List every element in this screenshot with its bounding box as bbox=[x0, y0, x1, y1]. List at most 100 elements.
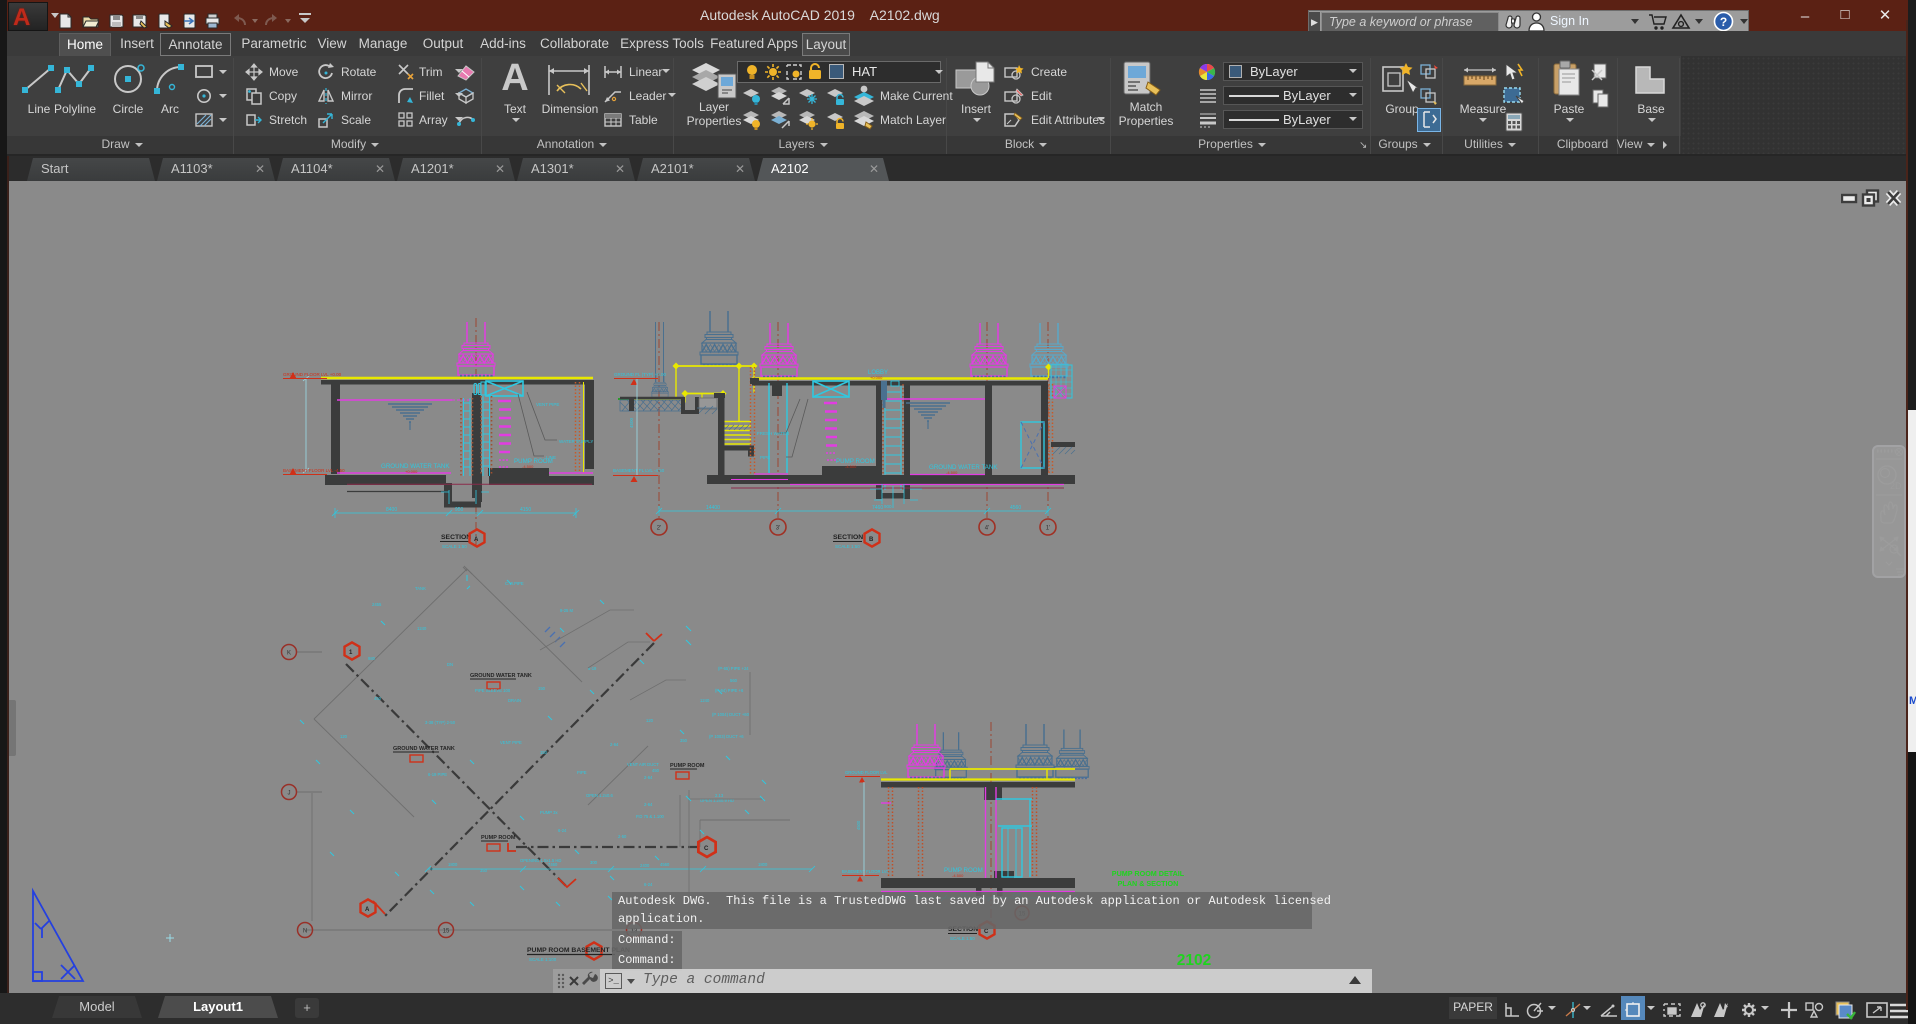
svg-text:FRESH WATER: FRESH WATER bbox=[757, 431, 790, 436]
svg-text:+0.000: +0.000 bbox=[870, 375, 883, 380]
svg-text:2-50: 2-50 bbox=[618, 834, 627, 839]
svg-text:2-64: 2-64 bbox=[644, 802, 653, 807]
svg-text:300: 300 bbox=[590, 860, 598, 865]
svg-text:950: 950 bbox=[455, 507, 464, 513]
svg-text:450: 450 bbox=[652, 768, 660, 773]
svg-text:1240: 1240 bbox=[700, 698, 710, 703]
svg-text:GROUND WATER TANK: GROUND WATER TANK bbox=[929, 464, 998, 471]
svg-text:(P 1003) DUCT +6: (P 1003) DUCT +6 bbox=[709, 734, 744, 739]
svg-text:2D: 2D bbox=[1890, 481, 1902, 491]
svg-text:2.13: 2.13 bbox=[715, 793, 724, 798]
svg-text:PUMP 3x: PUMP 3x bbox=[540, 810, 559, 815]
svg-text:A: A bbox=[474, 537, 479, 543]
svg-text:N: N bbox=[303, 929, 307, 935]
svg-text:150: 150 bbox=[540, 750, 548, 755]
svg-text:WATER SUPPLY: WATER SUPPLY bbox=[559, 439, 593, 444]
svg-text:-4.500: -4.500 bbox=[522, 464, 534, 469]
svg-text:PIPE SLEEVE 100: PIPE SLEEVE 100 bbox=[475, 688, 511, 693]
svg-text:C: C bbox=[704, 846, 709, 852]
svg-text:(P 1004) DUCT +60: (P 1004) DUCT +60 bbox=[712, 712, 750, 717]
svg-text:PUMP ROOM: PUMP ROOM bbox=[670, 763, 705, 769]
svg-text:GROUND FLOOR LVL: GROUND FLOOR LVL bbox=[845, 770, 888, 775]
svg-text:J: J bbox=[288, 791, 291, 797]
svg-text:K: K bbox=[287, 651, 291, 657]
svg-text:PIPE: PIPE bbox=[577, 770, 587, 775]
svg-text:980: 980 bbox=[368, 656, 376, 661]
svg-text:6-24: 6-24 bbox=[644, 882, 653, 887]
svg-text:OPEN 1.2x0.6: OPEN 1.2x0.6 bbox=[586, 793, 613, 798]
svg-text:4560: 4560 bbox=[660, 862, 670, 867]
svg-text:SECTION: SECTION bbox=[833, 534, 863, 541]
svg-text:B: B bbox=[869, 537, 874, 543]
svg-text:BASEMENT FL LVL -4.50: BASEMENT FL LVL -4.50 bbox=[613, 468, 665, 473]
svg-text:GROUND FL (TYP) +0.00: GROUND FL (TYP) +0.00 bbox=[614, 372, 666, 377]
svg-text:4150: 4150 bbox=[520, 507, 531, 513]
svg-text:1800: 1800 bbox=[758, 862, 768, 867]
svg-text:4': 4' bbox=[985, 526, 989, 532]
svg-text:SCALE 1:50: SCALE 1:50 bbox=[442, 544, 467, 549]
svg-text:3-38 (TYP) 2-50: 3-38 (TYP) 2-50 bbox=[425, 720, 456, 725]
svg-text:PUMP ROOM: PUMP ROOM bbox=[481, 835, 516, 841]
svg-text:GROUND WATER TANK: GROUND WATER TANK bbox=[470, 673, 532, 679]
svg-text:2': 2' bbox=[657, 526, 661, 532]
svg-text:C.W.PIPE: C.W.PIPE bbox=[505, 581, 524, 586]
svg-text:1': 1' bbox=[1046, 526, 1050, 532]
svg-text:SECTION: SECTION bbox=[441, 534, 471, 541]
svg-text:6-24: 6-24 bbox=[558, 828, 567, 833]
svg-text:8400: 8400 bbox=[386, 507, 397, 513]
svg-text:2-64: 2-64 bbox=[610, 742, 619, 747]
svg-text:560: 560 bbox=[730, 678, 738, 683]
svg-text:120: 120 bbox=[646, 718, 654, 723]
svg-text:350: 350 bbox=[680, 738, 688, 743]
svg-text:TANK: TANK bbox=[415, 586, 426, 591]
svg-text:PUMP ROOM: PUMP ROOM bbox=[944, 867, 983, 874]
svg-text:A: A bbox=[365, 907, 370, 913]
svg-text:1800: 1800 bbox=[448, 862, 458, 867]
svg-text:PIPE: PIPE bbox=[760, 455, 770, 460]
svg-text:2-64: 2-64 bbox=[644, 775, 653, 780]
svg-text:2455: 2455 bbox=[372, 602, 382, 607]
svg-text:6-19 PIPE: 6-19 PIPE bbox=[428, 772, 447, 777]
svg-text:4500: 4500 bbox=[629, 417, 634, 428]
svg-text:C: C bbox=[984, 929, 989, 935]
svg-text:-4.500: -4.500 bbox=[952, 873, 964, 878]
svg-text:?: ? bbox=[1720, 15, 1727, 29]
svg-text:2400: 2400 bbox=[640, 863, 650, 868]
svg-text:VENT PIPE: VENT PIPE bbox=[536, 402, 559, 407]
svg-text:+0.000: +0.000 bbox=[405, 469, 418, 474]
svg-text:SCALE 1:50: SCALE 1:50 bbox=[950, 936, 975, 941]
svg-text:7460: 7460 bbox=[548, 862, 558, 867]
svg-text:GROUND WATER TANK: GROUND WATER TANK bbox=[393, 746, 455, 752]
svg-text:14400: 14400 bbox=[706, 505, 720, 511]
svg-text:900: 900 bbox=[884, 504, 892, 509]
svg-text:P.D 75 & 1.100: P.D 75 & 1.100 bbox=[636, 814, 665, 819]
svg-text:(P-65) PIPE +24: (P-65) PIPE +24 bbox=[718, 666, 749, 671]
svg-text:15: 15 bbox=[443, 929, 450, 935]
svg-text:BASEMENT FLOOR LVL -4.50: BASEMENT FLOOR LVL -4.50 bbox=[283, 468, 345, 473]
svg-text:1: 1 bbox=[349, 650, 353, 656]
svg-text:PLAN & SECTION: PLAN & SECTION bbox=[1118, 879, 1179, 888]
svg-text:VENT AIR DUCT: VENT AIR DUCT bbox=[627, 762, 659, 767]
svg-text:-4.500: -4.500 bbox=[845, 464, 857, 469]
svg-text:LINE: LINE bbox=[546, 455, 556, 460]
svg-text:-4.500: -4.500 bbox=[946, 470, 958, 475]
svg-text:150: 150 bbox=[538, 686, 546, 691]
svg-text:4500: 4500 bbox=[856, 820, 861, 830]
svg-text:PUMP ROOM DETAIL: PUMP ROOM DETAIL bbox=[1112, 869, 1185, 878]
svg-text:SCALE 1:100: SCALE 1:100 bbox=[529, 957, 557, 962]
svg-text:(P-64) PIPE +6: (P-64) PIPE +6 bbox=[715, 688, 744, 693]
svg-text:BASEMENT FLOOR LVL: BASEMENT FLOOR LVL bbox=[842, 869, 890, 874]
svg-text:SCALE 1:50: SCALE 1:50 bbox=[835, 544, 860, 549]
svg-text:3': 3' bbox=[776, 526, 780, 532]
svg-text:GROUND FLOOR LVL +0.00: GROUND FLOOR LVL +0.00 bbox=[283, 372, 342, 377]
svg-text:DRAIN: DRAIN bbox=[508, 698, 521, 703]
svg-text:VENT PIPE: VENT PIPE bbox=[500, 740, 522, 745]
svg-text:120: 120 bbox=[340, 734, 348, 739]
svg-text:9-25 M: 9-25 M bbox=[560, 608, 574, 613]
svg-text:2102: 2102 bbox=[1177, 952, 1211, 969]
svg-text:450: 450 bbox=[374, 696, 382, 701]
svg-text:1240: 1240 bbox=[417, 626, 427, 631]
svg-text:4560: 4560 bbox=[1010, 505, 1021, 511]
svg-text:7460: 7460 bbox=[872, 505, 883, 511]
svg-text:DN: DN bbox=[447, 662, 453, 667]
